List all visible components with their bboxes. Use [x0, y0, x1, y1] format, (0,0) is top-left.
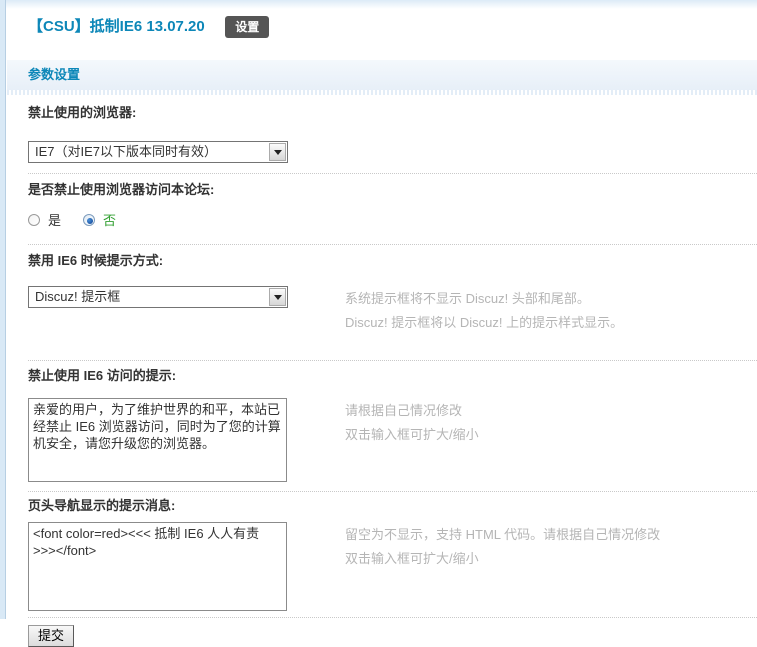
- field-hints: 请根据自己情况修改 双击输入框可扩大/缩小: [345, 398, 757, 447]
- select-value: Discuz! 提示框: [35, 289, 121, 304]
- left-edge-strip: [0, 0, 6, 619]
- field-banned-browser: 禁止使用的浏览器: IE7（对IE7以下版本同时有效）: [28, 95, 757, 174]
- field-hints: 留空为不显示，支持 HTML 代码。请根据自己情况修改 双击输入框可扩大/缩小: [345, 522, 757, 571]
- radio-group: 是 否: [28, 210, 757, 229]
- field-forbid-access: 是否禁止使用浏览器访问本论坛: 是 否: [28, 174, 757, 245]
- field-label: 是否禁止使用浏览器访问本论坛:: [28, 182, 215, 197]
- nav-message-textarea[interactable]: <font color=red><<< 抵制 IE6 人人有责 >>></fon…: [28, 522, 287, 611]
- hint-line: 留空为不显示，支持 HTML 代码。请根据自己情况修改: [345, 527, 661, 542]
- hint-line: 请根据自己情况修改: [345, 403, 463, 418]
- banned-browser-select[interactable]: IE7（对IE7以下版本同时有效）: [28, 141, 288, 163]
- field-label: 禁止使用的浏览器:: [28, 105, 137, 120]
- hint-line: 系统提示框将不显示 Discuz! 头部和尾部。: [345, 291, 590, 306]
- section-title: 参数设置: [28, 67, 81, 82]
- field-hints: 系统提示框将不显示 Discuz! 头部和尾部。 Discuz! 提示框将以 D…: [345, 286, 757, 335]
- section-bar: 参数设置: [7, 60, 757, 90]
- field-prompt-style: 禁用 IE6 时候提示方式: Discuz! 提示框 系统提示框将不显示 Dis…: [28, 245, 757, 361]
- select-value: IE7（对IE7以下版本同时有效）: [35, 144, 218, 159]
- hint-line: Discuz! 提示框将以 Discuz! 上的提示样式显示。: [345, 315, 624, 330]
- ie6-message-textarea[interactable]: 亲爱的用户，为了维护世界的和平，本站已经禁止 IE6 浏览器访问，同时为了您的计…: [28, 398, 287, 482]
- prompt-style-select[interactable]: Discuz! 提示框: [28, 286, 288, 308]
- dropdown-button[interactable]: [269, 143, 286, 161]
- field-label: 页头导航显示的提示消息:: [28, 498, 176, 513]
- settings-button[interactable]: 设置: [225, 16, 270, 38]
- submit-button[interactable]: 提交: [28, 625, 75, 647]
- radio-no[interactable]: [83, 213, 96, 226]
- chevron-down-icon: [273, 294, 282, 300]
- field-nav-message: 页头导航显示的提示消息: <font color=red><<< 抵制 IE6 …: [28, 492, 757, 618]
- dropdown-button[interactable]: [269, 288, 286, 306]
- hint-line: 双击输入框可扩大/缩小: [345, 427, 479, 442]
- field-ie6-message: 禁止使用 IE6 访问的提示: 亲爱的用户，为了维护世界的和平，本站已经禁止 I…: [28, 361, 757, 492]
- plugin-settings-panel: 【CSU】抵制IE6 13.07.20 设置 参数设置 禁止使用的浏览器: IE…: [7, 0, 757, 647]
- radio-yes-label[interactable]: 是: [48, 210, 61, 229]
- page-title: 【CSU】抵制IE6 13.07.20: [28, 18, 205, 35]
- field-label: 禁用 IE6 时候提示方式:: [28, 253, 164, 268]
- header: 【CSU】抵制IE6 13.07.20 设置: [7, 0, 757, 38]
- radio-yes[interactable]: [28, 213, 40, 226]
- chevron-down-icon: [273, 149, 282, 155]
- radio-no-label[interactable]: 否: [103, 210, 116, 229]
- hint-line: 双击输入框可扩大/缩小: [345, 551, 479, 566]
- field-label: 禁止使用 IE6 访问的提示:: [28, 368, 177, 383]
